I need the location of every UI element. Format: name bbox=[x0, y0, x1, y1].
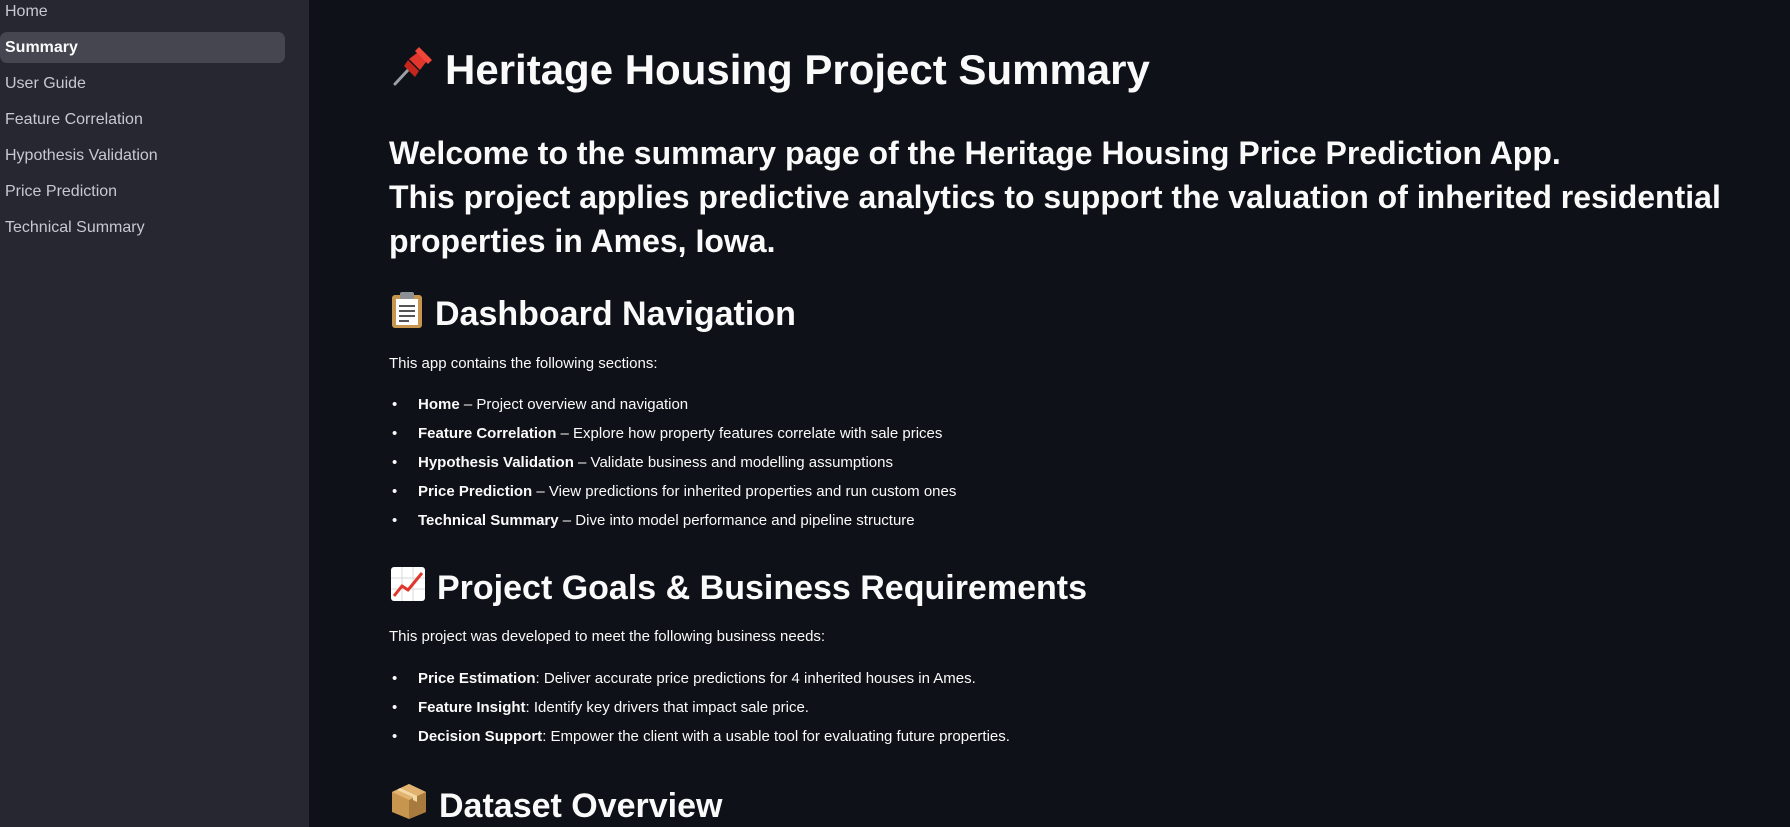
navigation-heading-text: Dashboard Navigation bbox=[435, 295, 796, 333]
goals-heading-text: Project Goals & Business Requirements bbox=[437, 569, 1087, 607]
chart-increasing-icon bbox=[389, 565, 427, 612]
goals-intro: This project was developed to meet the f… bbox=[389, 628, 826, 645]
navigation-heading: Dashboard Navigation bbox=[389, 291, 796, 338]
package-icon bbox=[389, 781, 429, 827]
navigation-list: Home – Project overview and navigation F… bbox=[389, 395, 956, 540]
welcome-line: properties in Ames, Iowa. bbox=[389, 223, 776, 259]
sidebar-item-home[interactable]: Home bbox=[0, 0, 285, 27]
dataset-heading: Dataset Overview bbox=[389, 781, 723, 827]
list-item: Technical Summary – Dive into model perf… bbox=[389, 511, 956, 540]
list-item: Hypothesis Validation – Validate busines… bbox=[389, 453, 956, 482]
sidebar: Home Summary User Guide Feature Correlat… bbox=[0, 0, 309, 827]
page-title-text: Heritage Housing Project Summary bbox=[445, 46, 1150, 93]
list-item: Price Estimation: Deliver accurate price… bbox=[389, 669, 1010, 698]
list-item: Feature Insight: Identify key drivers th… bbox=[389, 698, 1010, 727]
sidebar-item-user-guide[interactable]: User Guide bbox=[0, 68, 285, 99]
clipboard-icon bbox=[389, 291, 425, 338]
sidebar-item-hypothesis-validation[interactable]: Hypothesis Validation bbox=[0, 140, 285, 171]
list-item: Feature Correlation – Explore how proper… bbox=[389, 424, 956, 453]
dataset-heading-text: Dataset Overview bbox=[439, 787, 723, 825]
welcome-text: Welcome to the summary page of the Herit… bbox=[389, 131, 1769, 263]
page-title: Heritage Housing Project Summary bbox=[389, 44, 1150, 98]
list-item: Decision Support: Empower the client wit… bbox=[389, 727, 1010, 756]
sidebar-item-technical-summary[interactable]: Technical Summary bbox=[0, 212, 285, 243]
sidebar-item-summary[interactable]: Summary bbox=[0, 32, 285, 63]
goals-heading: Project Goals & Business Requirements bbox=[389, 565, 1087, 612]
navigation-intro: This app contains the following sections… bbox=[389, 355, 658, 372]
main-content: Heritage Housing Project Summary Welcome… bbox=[309, 0, 1790, 827]
goals-list: Price Estimation: Deliver accurate price… bbox=[389, 669, 1010, 756]
sidebar-item-price-prediction[interactable]: Price Prediction bbox=[0, 176, 285, 207]
list-item: Price Prediction – View predictions for … bbox=[389, 482, 956, 511]
welcome-line: This project applies predictive analytic… bbox=[389, 179, 1721, 215]
pushpin-icon bbox=[389, 44, 435, 98]
list-item: Home – Project overview and navigation bbox=[389, 395, 956, 424]
sidebar-item-feature-correlation[interactable]: Feature Correlation bbox=[0, 104, 285, 135]
welcome-line: Welcome to the summary page of the Herit… bbox=[389, 135, 1561, 171]
